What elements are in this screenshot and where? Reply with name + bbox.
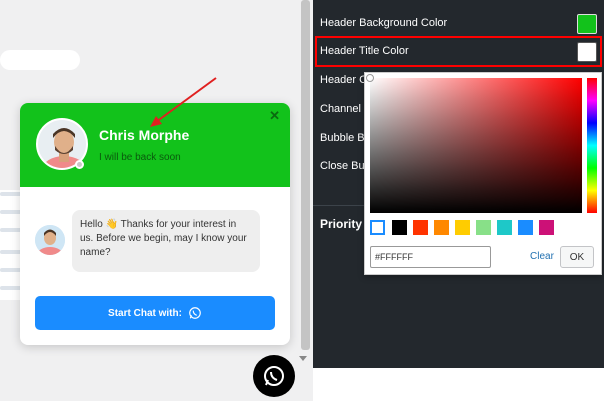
header-background-color-label: Header Background Color xyxy=(320,17,448,29)
preset-magenta[interactable] xyxy=(539,220,554,235)
agent-name: Chris Morphe xyxy=(99,127,190,143)
preview-scrollbar-thumb[interactable] xyxy=(301,0,310,350)
whatsapp-floating-button[interactable] xyxy=(253,355,295,397)
saturation-area[interactable] xyxy=(366,74,582,213)
preset-yellow[interactable] xyxy=(455,220,470,235)
header-title-color-swatch[interactable] xyxy=(577,42,597,62)
preset-teal[interactable] xyxy=(497,220,512,235)
scroll-down-icon[interactable] xyxy=(299,356,307,361)
start-chat-button[interactable]: Start Chat with: xyxy=(35,296,275,330)
color-picker-popup: Clear OK xyxy=(364,72,602,275)
priority-heading: Priority xyxy=(320,217,363,231)
background-placeholder xyxy=(0,50,80,70)
hex-color-input[interactable] xyxy=(370,246,491,268)
preset-blue[interactable] xyxy=(518,220,533,235)
clear-button[interactable]: Clear xyxy=(530,251,554,262)
ok-button[interactable]: OK xyxy=(560,246,594,268)
saturation-handle[interactable] xyxy=(366,74,374,82)
header-background-color-swatch[interactable] xyxy=(577,14,597,34)
status-indicator xyxy=(75,160,84,169)
close-icon[interactable]: ✕ xyxy=(269,108,280,124)
preset-light-green[interactable] xyxy=(476,220,491,235)
preset-red[interactable] xyxy=(413,220,428,235)
widget-preview-area: ✕ Chris Morphe I will be back soon Hello… xyxy=(0,0,313,401)
preset-orange[interactable] xyxy=(434,220,449,235)
agent-avatar-small xyxy=(35,225,65,255)
agent-status-text: I will be back soon xyxy=(99,152,181,163)
preset-black[interactable] xyxy=(392,220,407,235)
chat-widget-card: ✕ Chris Morphe I will be back soon Hello… xyxy=(20,103,290,345)
start-chat-label: Start Chat with: xyxy=(108,307,182,319)
hue-slider[interactable] xyxy=(587,78,597,213)
header-title-color-label: Header Title Color xyxy=(320,45,409,57)
whatsapp-icon xyxy=(189,307,201,319)
chat-header: ✕ Chris Morphe I will be back soon xyxy=(20,103,290,187)
whatsapp-icon xyxy=(264,366,284,386)
greeting-bubble: Hello 👋 Thanks for your interest in us. … xyxy=(72,210,260,272)
preset-white[interactable] xyxy=(370,220,385,235)
